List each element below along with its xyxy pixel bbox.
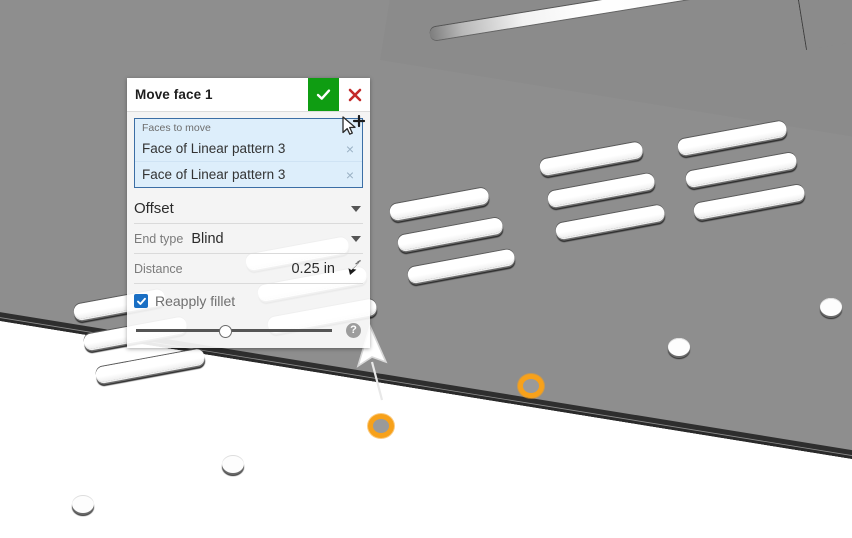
remove-face-icon[interactable]: × bbox=[344, 142, 356, 156]
distance-label: Distance bbox=[134, 261, 183, 276]
chevron-down-icon[interactable] bbox=[351, 205, 361, 212]
end-type-label: End type bbox=[134, 231, 184, 246]
screenshot-root: Move face 1 Faces to move Face of Linear… bbox=[0, 0, 852, 538]
dialog-body: Faces to move Face of Linear pattern 3 × F… bbox=[127, 112, 370, 348]
slider-thumb[interactable] bbox=[218, 324, 232, 338]
checkmark-icon bbox=[316, 89, 331, 100]
move-type-value: Offset bbox=[134, 200, 174, 217]
hole[interactable] bbox=[668, 338, 690, 356]
faces-to-move-label: Faces to move bbox=[142, 122, 211, 134]
distance-value[interactable]: 0.25 in bbox=[191, 261, 339, 277]
face-list-item[interactable]: Face of Linear pattern 3 × bbox=[135, 161, 362, 187]
hole[interactable] bbox=[222, 455, 244, 473]
remove-face-icon[interactable]: × bbox=[344, 168, 356, 182]
close-x-icon bbox=[348, 88, 361, 101]
face-list-item-label: Face of Linear pattern 3 bbox=[142, 167, 286, 182]
dialog-opacity-slider[interactable] bbox=[136, 324, 332, 338]
faces-rows-container: Face of Linear pattern 3 × Face of Linear … bbox=[135, 136, 362, 187]
move-type-dropdown[interactable]: Offset bbox=[134, 194, 363, 224]
louver-slot[interactable] bbox=[94, 348, 206, 383]
selected-face-hole[interactable] bbox=[518, 374, 544, 398]
hole[interactable] bbox=[72, 495, 94, 513]
selected-face-hole[interactable] bbox=[368, 414, 394, 438]
help-icon[interactable]: ? bbox=[346, 322, 361, 338]
face-list-item-label: Face of Linear pattern 3 bbox=[142, 141, 286, 156]
dialog-title: Move face 1 bbox=[135, 87, 213, 102]
chevron-down-icon[interactable] bbox=[351, 235, 361, 242]
dialog-titlebar[interactable]: Move face 1 bbox=[127, 78, 370, 112]
hole[interactable] bbox=[820, 298, 842, 316]
cancel-button[interactable] bbox=[339, 78, 370, 111]
move-face-dialog[interactable]: Move face 1 Faces to move Face of Linear… bbox=[127, 78, 370, 348]
faces-to-move-list[interactable]: Faces to move Face of Linear pattern 3 × F… bbox=[134, 118, 363, 188]
dialog-footer: ? bbox=[134, 315, 363, 348]
face-list-item[interactable]: Face of Linear pattern 3 × bbox=[135, 136, 362, 161]
reapply-fillet-label: Reapply fillet bbox=[155, 293, 236, 309]
end-type-value: Blind bbox=[191, 230, 224, 247]
flip-arrow-glyph bbox=[348, 259, 361, 275]
reapply-fillet-checkbox[interactable]: Reapply fillet bbox=[134, 284, 363, 315]
distance-field[interactable]: Distance 0.25 in bbox=[134, 254, 363, 284]
accept-button[interactable] bbox=[308, 78, 339, 111]
end-type-dropdown[interactable]: End type Blind bbox=[134, 224, 363, 254]
flip-direction-icon[interactable] bbox=[344, 259, 363, 278]
checkmark-small-icon bbox=[136, 297, 146, 305]
checkbox-checked-icon bbox=[134, 294, 148, 308]
